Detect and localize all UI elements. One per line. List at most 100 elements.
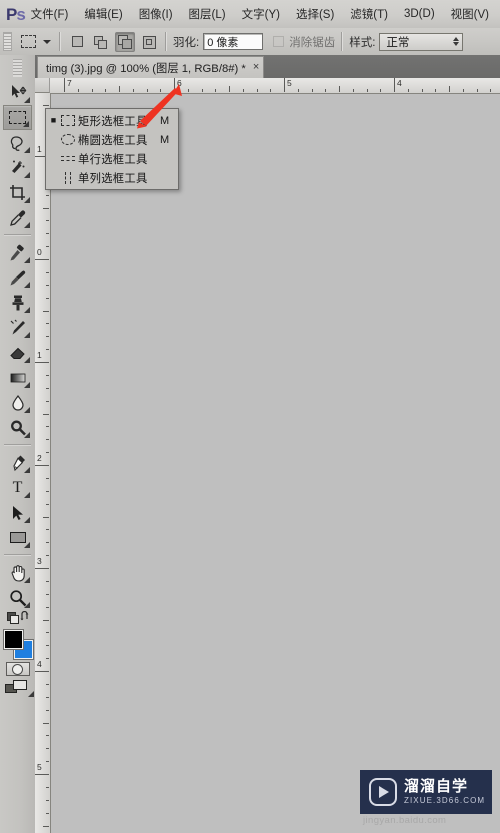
horizontal-ruler[interactable]: 76543 xyxy=(35,78,500,94)
tools-divider xyxy=(4,234,31,236)
spot-healing-brush-tool[interactable] xyxy=(3,240,32,265)
eyedropper-tool[interactable] xyxy=(3,205,32,230)
menu-filter[interactable]: 滤镜(T) xyxy=(345,4,393,24)
divider-2 xyxy=(165,32,167,51)
menu-type[interactable]: 文字(Y) xyxy=(237,4,285,24)
lasso-tool[interactable] xyxy=(3,130,32,155)
ruler-label: 5 xyxy=(287,78,292,88)
ruler-tick-minor xyxy=(435,89,437,92)
menu-image[interactable]: 图像(I) xyxy=(134,4,178,24)
brush-tool[interactable] xyxy=(3,265,32,290)
history-brush-tool[interactable] xyxy=(3,315,32,340)
flyout-item-single-column-marquee[interactable]: 单列选框工具 xyxy=(46,168,178,187)
tool-more-indicator xyxy=(24,257,30,263)
ruler-tick-minor xyxy=(46,490,49,492)
add-to-selection-button[interactable] xyxy=(91,32,111,52)
ruler-label: 7 xyxy=(67,78,72,88)
move-tool[interactable] xyxy=(3,80,32,105)
options-bar: 羽化: 0 像素 消除锯齿 样式: 正常 xyxy=(0,28,500,56)
type-tool[interactable]: T xyxy=(3,475,32,500)
menu-3d[interactable]: 3D(D) xyxy=(399,6,440,22)
photoshop-logo: Ps xyxy=(6,6,26,23)
tools-panel-grip[interactable] xyxy=(13,59,22,77)
ruler-corner[interactable] xyxy=(35,78,50,93)
rectangular-marquee-tool[interactable] xyxy=(3,105,32,130)
screen-mode-button[interactable] xyxy=(4,680,34,697)
default-colors-icon-2[interactable] xyxy=(9,615,19,624)
ruler-tick-major xyxy=(64,78,65,92)
ruler-tick-minor xyxy=(476,89,478,92)
menu-file[interactable]: 文件(F) xyxy=(26,4,74,24)
tool-more-indicator xyxy=(24,332,30,338)
tool-more-indicator xyxy=(24,467,30,473)
intersect-selection-icon-2 xyxy=(146,38,152,45)
crop-tool[interactable] xyxy=(3,180,32,205)
clone-stamp-tool[interactable] xyxy=(3,290,32,315)
chevron-down-icon xyxy=(43,39,51,44)
ruler-tick-minor xyxy=(46,477,49,479)
tool-more-indicator xyxy=(23,121,29,127)
intersect-with-selection-button[interactable] xyxy=(139,32,159,52)
tool-more-indicator xyxy=(24,577,30,583)
flyout-item-label: 椭圆选框工具 xyxy=(78,134,148,147)
ruler-tick-major xyxy=(35,671,49,672)
pen-tool[interactable] xyxy=(3,450,32,475)
dodge-tool[interactable] xyxy=(3,415,32,440)
antialias-checkbox[interactable] xyxy=(273,36,285,47)
single-column-marquee-icon xyxy=(58,171,78,184)
menu-select[interactable]: 选择(S) xyxy=(291,4,339,24)
flyout-item-rectangular-marquee[interactable]: ■ 矩形选框工具 M xyxy=(46,111,178,130)
subtract-from-selection-button[interactable] xyxy=(115,31,135,52)
ruler-tick-minor xyxy=(46,439,49,441)
tool-more-indicator xyxy=(24,222,30,228)
zoom-tool[interactable] xyxy=(3,585,32,610)
ruler-tick-minor xyxy=(46,387,49,389)
watermark-source: jingyan.baidu.com xyxy=(363,815,447,826)
ruler-tick-major xyxy=(35,774,49,775)
flyout-item-elliptical-marquee[interactable]: 椭圆选框工具 M xyxy=(46,130,178,149)
feather-input[interactable]: 0 像素 xyxy=(203,33,264,50)
gradient-tool[interactable] xyxy=(3,365,32,390)
flyout-item-single-row-marquee[interactable]: 单行选框工具 xyxy=(46,149,178,168)
ruler-label: 1 xyxy=(37,144,42,154)
ruler-tick-minor xyxy=(46,658,49,660)
antialias-label: 消除锯齿 xyxy=(289,36,336,49)
menu-edit[interactable]: 编辑(E) xyxy=(79,4,127,24)
ruler-tick-minor xyxy=(46,246,49,248)
ruler-tick-minor xyxy=(43,825,49,827)
ruler-tick-minor xyxy=(215,89,217,92)
selection-mode-group xyxy=(67,31,159,52)
color-swatches xyxy=(3,629,33,659)
image-canvas[interactable] xyxy=(51,94,500,833)
antialias-group[interactable]: 消除锯齿 xyxy=(273,34,335,50)
path-selection-tool[interactable] xyxy=(3,500,32,525)
ruler-tick-major xyxy=(35,362,49,363)
ruler-tick-minor xyxy=(46,452,49,454)
blur-tool[interactable] xyxy=(3,390,32,415)
document-tab[interactable]: timg (3).jpg @ 100% (图层 1, RGB/8#) * × xyxy=(37,56,265,78)
photoshop-window: Ps 文件(F) 编辑(E) 图像(I) 图层(L) 文字(Y) 选择(S) 滤… xyxy=(0,0,500,833)
vertical-ruler[interactable]: 10123456 xyxy=(35,93,51,833)
ruler-tick-minor xyxy=(46,696,49,698)
style-select[interactable]: 正常 xyxy=(379,32,464,51)
quick-mask-button[interactable] xyxy=(5,662,30,676)
ruler-tick-minor xyxy=(229,86,230,92)
new-selection-button[interactable] xyxy=(67,32,87,52)
eraser-tool[interactable] xyxy=(3,340,32,365)
close-icon[interactable]: × xyxy=(253,62,259,73)
hand-tool[interactable] xyxy=(3,560,32,585)
tool-preset-picker[interactable] xyxy=(19,31,53,52)
ruler-tick-minor xyxy=(43,722,49,724)
options-bar-grip[interactable] xyxy=(3,32,12,51)
quick-selection-tool[interactable] xyxy=(3,155,32,180)
divider-3 xyxy=(341,32,344,51)
menu-layer[interactable]: 图层(L) xyxy=(184,4,231,24)
ruler-tick-minor xyxy=(46,761,49,763)
rectangular-marquee-icon xyxy=(58,115,78,126)
menu-view[interactable]: 视图(V) xyxy=(446,4,494,24)
rectangle-tool[interactable] xyxy=(3,525,32,550)
ruler-tick-major xyxy=(35,259,49,260)
watermark-brand-cn: 溜溜自学 xyxy=(404,778,469,795)
foreground-color-swatch[interactable] xyxy=(3,630,23,649)
ruler-tick-major xyxy=(284,78,285,92)
